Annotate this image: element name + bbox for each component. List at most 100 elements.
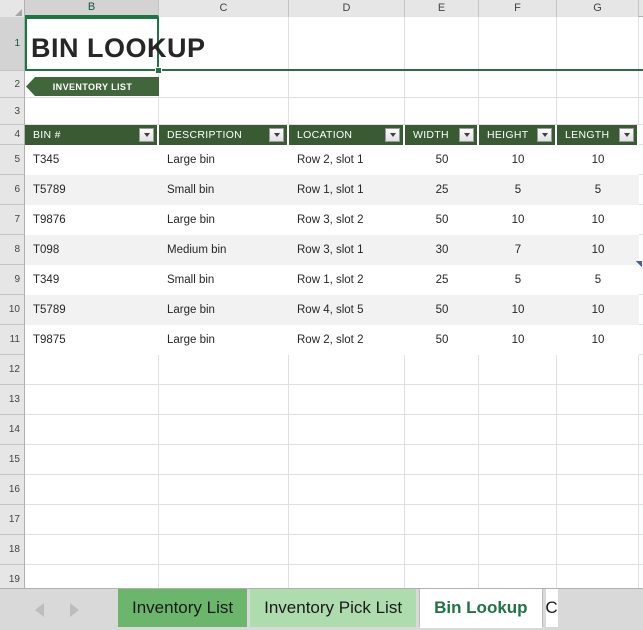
column-header-e[interactable]: E: [405, 0, 479, 17]
cell-width[interactable]: 50: [405, 205, 479, 235]
cell-description[interactable]: Large bin: [159, 145, 289, 175]
cell-bin[interactable]: T098: [25, 235, 159, 265]
cell-bin[interactable]: T345: [25, 145, 159, 175]
header-label: HEIGHT: [487, 129, 529, 141]
cell-location[interactable]: Row 1, slot 2: [289, 265, 405, 295]
gridline-horizontal: [25, 97, 643, 98]
fill-handle[interactable]: [155, 67, 162, 74]
row-header-8[interactable]: 8: [0, 235, 24, 265]
cell-length[interactable]: 10: [557, 325, 639, 355]
filter-dropdown-icon[interactable]: [139, 128, 154, 142]
cell-length[interactable]: 10: [557, 205, 639, 235]
row-header-1[interactable]: 1: [0, 17, 24, 71]
cell-bin[interactable]: T5789: [25, 175, 159, 205]
cell-height[interactable]: 10: [479, 145, 557, 175]
column-header-b[interactable]: B: [25, 0, 159, 17]
table-row[interactable]: T9876 Large bin Row 3, slot 2 50 10 10: [25, 205, 643, 235]
row-header-10[interactable]: 10: [0, 295, 24, 325]
sheet-tab-inventory-pick-list[interactable]: Inventory Pick List: [250, 589, 417, 627]
cell-width[interactable]: 25: [405, 175, 479, 205]
table-row[interactable]: T9875 Large bin Row 2, slot 2 50 10 10: [25, 325, 643, 355]
cell-length[interactable]: 10: [557, 235, 639, 265]
cell-width[interactable]: 30: [405, 235, 479, 265]
column-header-f[interactable]: F: [479, 0, 557, 17]
column-header-c[interactable]: C: [159, 0, 289, 17]
next-sheet-icon[interactable]: [70, 603, 79, 617]
row-header-5[interactable]: 5: [0, 145, 24, 175]
cell-bin[interactable]: T9875: [25, 325, 159, 355]
cell-description[interactable]: Small bin: [159, 175, 289, 205]
row-header-2[interactable]: 2: [0, 71, 24, 98]
inventory-list-banner[interactable]: INVENTORY LIST: [26, 77, 159, 96]
table-row[interactable]: T5789 Large bin Row 4, slot 5 50 10 10: [25, 295, 643, 325]
cell-description[interactable]: Large bin: [159, 205, 289, 235]
cell-description[interactable]: Medium bin: [159, 235, 289, 265]
cell-description[interactable]: Large bin: [159, 325, 289, 355]
cell-description[interactable]: Small bin: [159, 265, 289, 295]
table-resize-handle[interactable]: [636, 261, 642, 267]
row-header-16[interactable]: 16: [0, 475, 24, 505]
page-title: BIN LOOKUP: [31, 33, 206, 63]
row-header-9[interactable]: 9: [0, 265, 24, 295]
cell-height[interactable]: 7: [479, 235, 557, 265]
cell-width[interactable]: 50: [405, 295, 479, 325]
filter-dropdown-icon[interactable]: [459, 128, 474, 142]
cell-location[interactable]: Row 3, slot 1: [289, 235, 405, 265]
sheet-tab-bin-lookup[interactable]: Bin Lookup: [419, 589, 543, 628]
column-header-d[interactable]: D: [289, 0, 405, 17]
cell-length[interactable]: 5: [557, 175, 639, 205]
cell-height[interactable]: 5: [479, 265, 557, 295]
row-header-13[interactable]: 13: [0, 385, 24, 415]
previous-sheet-icon[interactable]: [35, 603, 44, 617]
cell-height[interactable]: 10: [479, 295, 557, 325]
row-header-3[interactable]: 3: [0, 98, 24, 125]
table-row[interactable]: T349 Small bin Row 1, slot 2 25 5 5: [25, 265, 643, 295]
select-all-corner[interactable]: [0, 0, 25, 17]
table-row[interactable]: T5789 Small bin Row 1, slot 1 25 5 5: [25, 175, 643, 205]
column-header-bin: BIN #: [25, 125, 159, 145]
cell-location[interactable]: Row 2, slot 2: [289, 325, 405, 355]
cell-bin[interactable]: T9876: [25, 205, 159, 235]
cell-height[interactable]: 5: [479, 175, 557, 205]
cell-location[interactable]: Row 2, slot 1: [289, 145, 405, 175]
gridline-horizontal: [25, 444, 643, 445]
cell-description[interactable]: Large bin: [159, 295, 289, 325]
cell-length[interactable]: 10: [557, 145, 639, 175]
cell-bin[interactable]: T349: [25, 265, 159, 295]
cell-width[interactable]: 50: [405, 325, 479, 355]
column-header-g[interactable]: G: [557, 0, 639, 17]
sheet-tab-c[interactable]: C: [545, 589, 558, 627]
cell-width[interactable]: 50: [405, 145, 479, 175]
row-header-11[interactable]: 11: [0, 325, 24, 355]
filter-dropdown-icon[interactable]: [537, 128, 552, 142]
column-header-width: WIDTH: [405, 125, 479, 145]
gridline-horizontal: [25, 384, 643, 385]
row-header-14[interactable]: 14: [0, 415, 24, 445]
header-label: LENGTH: [565, 129, 610, 141]
bin-lookup-table: BIN # DESCRIPTION LOCATION WIDTH HEIGHT LENGT…: [25, 125, 643, 355]
table-row[interactable]: T098 Medium bin Row 3, slot 1 30 7 10: [25, 235, 643, 265]
row-header-18[interactable]: 18: [0, 535, 24, 565]
cell-location[interactable]: Row 1, slot 1: [289, 175, 405, 205]
cell-width[interactable]: 25: [405, 265, 479, 295]
cell-height[interactable]: 10: [479, 205, 557, 235]
filter-dropdown-icon[interactable]: [385, 128, 400, 142]
cell-height[interactable]: 10: [479, 325, 557, 355]
row-header-17[interactable]: 17: [0, 505, 24, 535]
cell-location[interactable]: Row 3, slot 2: [289, 205, 405, 235]
row-header-12[interactable]: 12: [0, 355, 24, 385]
row-header-6[interactable]: 6: [0, 175, 24, 205]
cell-location[interactable]: Row 4, slot 5: [289, 295, 405, 325]
filter-dropdown-icon[interactable]: [269, 128, 284, 142]
sheet-tab-inventory-list[interactable]: Inventory List: [118, 589, 248, 627]
cell-bin[interactable]: T5789: [25, 295, 159, 325]
cell-length[interactable]: 10: [557, 295, 639, 325]
tab-navigation: [22, 597, 92, 623]
row-header-7[interactable]: 7: [0, 205, 24, 235]
row-header-4[interactable]: 4: [0, 125, 24, 145]
sheet-surface[interactable]: BIN LOOKUP INVENTORY LIST BIN # DESCRIPTI…: [25, 17, 643, 588]
row-header-15[interactable]: 15: [0, 445, 24, 475]
filter-dropdown-icon[interactable]: [619, 128, 634, 142]
table-row[interactable]: T345 Large bin Row 2, slot 1 50 10 10: [25, 145, 643, 175]
cell-length[interactable]: 5: [557, 265, 639, 295]
